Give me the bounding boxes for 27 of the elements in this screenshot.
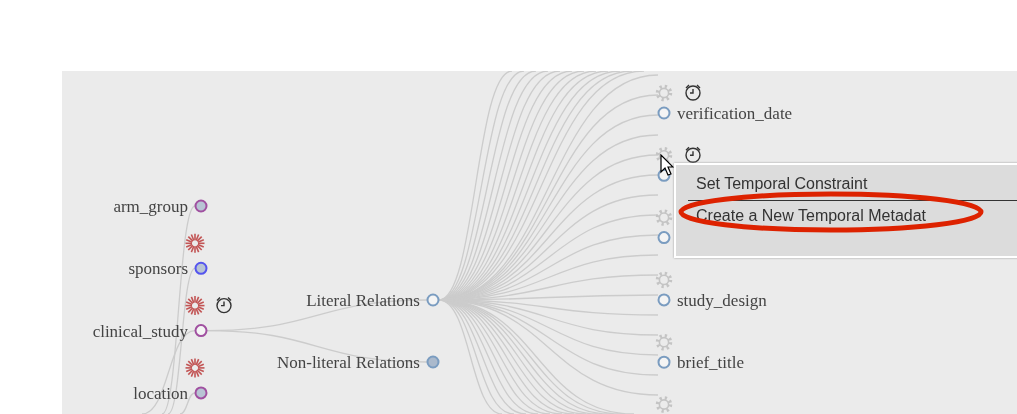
sunburst-icon[interactable] xyxy=(184,233,206,254)
node-label: brief_title xyxy=(677,353,745,373)
node-label: arm_group xyxy=(113,197,188,216)
node-circle[interactable] xyxy=(657,355,671,369)
node-circle[interactable] xyxy=(194,324,208,338)
node-label: Non-literal Relations xyxy=(276,353,420,372)
node-label: verification_date xyxy=(677,104,793,123)
sunburst-icon[interactable] xyxy=(184,295,206,316)
node-label: location xyxy=(133,383,188,403)
alarm-clock-icon[interactable] xyxy=(216,296,232,314)
node-circle[interactable] xyxy=(194,386,208,400)
node-circle[interactable] xyxy=(426,293,440,307)
node-circle[interactable] xyxy=(657,293,671,307)
node-circle[interactable] xyxy=(657,231,671,245)
node-label: sponsors xyxy=(128,259,188,279)
node-circle[interactable] xyxy=(657,106,671,120)
alarm-clock-icon[interactable] xyxy=(685,146,701,163)
node-label: study_design xyxy=(677,290,767,310)
node-circle[interactable] xyxy=(426,355,440,369)
menu-item[interactable]: Set Temporal Constraint xyxy=(676,171,1017,197)
node-label: clinical_study xyxy=(92,321,188,341)
sunburst-icon[interactable] xyxy=(184,357,206,379)
node-label: Literal Relations xyxy=(306,291,420,310)
alarm-clock-icon[interactable] xyxy=(685,84,701,101)
gear-icon[interactable] xyxy=(655,147,673,164)
node-circle[interactable] xyxy=(194,261,208,275)
node-circle[interactable] xyxy=(194,199,208,213)
